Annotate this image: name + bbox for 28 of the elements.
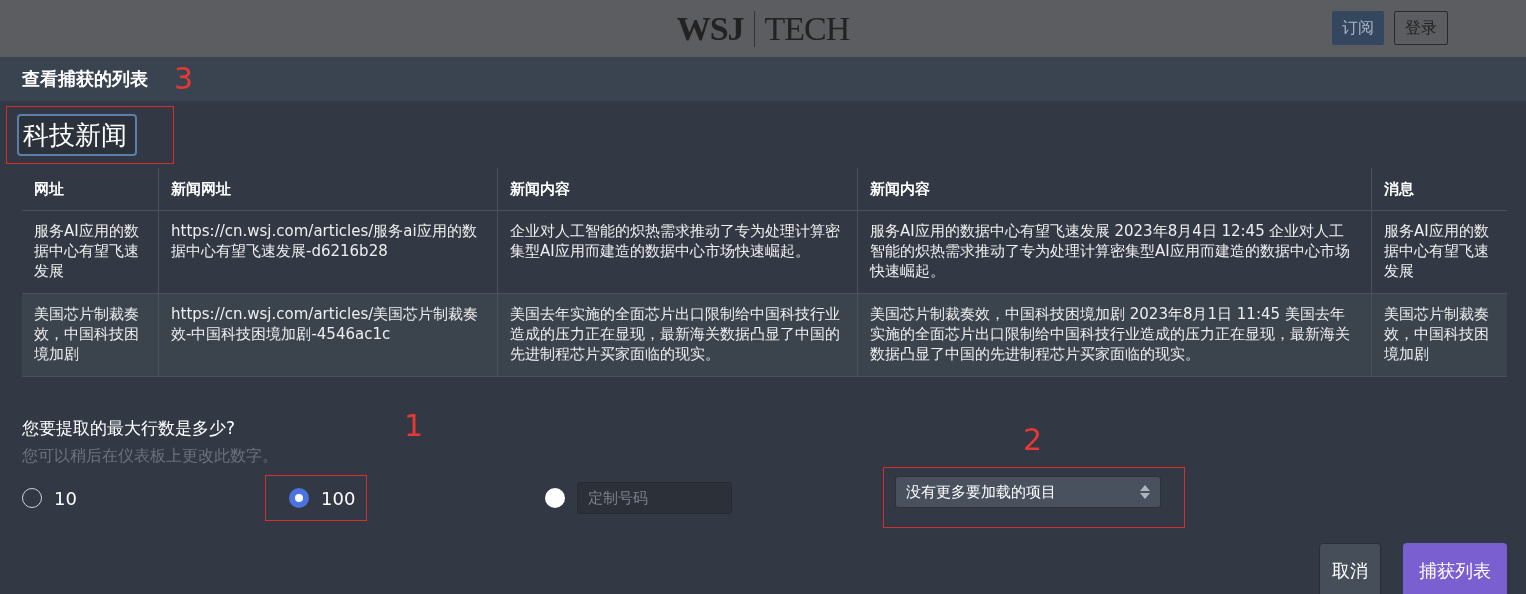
login-button[interactable]: 登录 <box>1394 11 1448 45</box>
subscribe-button[interactable]: 订阅 <box>1332 11 1384 45</box>
option-label: 100 <box>321 487 356 509</box>
annotation-number: 2 <box>1023 425 1043 455</box>
radio-button[interactable] <box>545 488 565 508</box>
table-cell: 服务AI应用的数据中心有望飞速发展 <box>1371 211 1507 294</box>
table-cell: https://cn.wsj.com/articles/美国芯片制裁奏效-中国科技困境加剧-4546ac1c <box>158 294 497 377</box>
custom-number-field[interactable]: 定制号码 <box>577 482 732 514</box>
table-cell: 企业对人工智能的炽热需求推动了专为处理计算密集型AI应用而建造的数据中心市场快速崛起。 <box>497 211 857 294</box>
list-name-field[interactable]: 科技新闻 <box>17 114 137 156</box>
table-cell: 美国去年实施的全面芯片出口限制给中国科技行业造成的压力正在显现，最新海关数据凸显了中国的先进制程芯片买家面临的现实。 <box>497 294 857 377</box>
annotation-number: 1 <box>404 411 424 441</box>
radio-button[interactable] <box>289 488 309 508</box>
dialog-title: 查看捕获的列表 <box>22 67 148 91</box>
table-cell: 美国芯片制裁奏效，中国科技困境加剧 <box>1371 294 1507 377</box>
table-cell: 美国芯片制裁奏效，中国科技困境加剧 <box>22 294 158 377</box>
site-logo[interactable]: WSJ TECH <box>676 9 850 48</box>
annotation-number: 3 <box>174 64 194 94</box>
table-cell: 美国芯片制裁奏效，中国科技困境加剧 2023年8月1日 11:45 美国去年实施的全面芯片出口限制给中国科技行业造成的压力正在显现，最新海关数据凸显了中国的先进制程芯片买家面临的现实。 <box>857 294 1371 377</box>
question-text: 您要提取的最大行数是多少? <box>22 417 236 440</box>
load-select[interactable]: 没有更多要加载的项目 <box>895 476 1161 508</box>
cancel-button[interactable]: 取消 <box>1319 543 1381 594</box>
table-cell: 服务AI应用的数据中心有望飞速发展 2023年8月4日 12:45 企业对人工智能的炽热需求推动了专为处理计算密集型AI应用而建造的数据中心市场快速崛起。 <box>857 211 1371 294</box>
option-label: 10 <box>54 487 77 509</box>
radio-button[interactable] <box>22 488 42 508</box>
table-cell: https://cn.wsj.com/articles/服务ai应用的数据中心有望飞速发展-d6216b28 <box>158 211 497 294</box>
capture-list-button[interactable]: 捕获列表 <box>1403 543 1507 594</box>
sort-icon <box>1140 485 1150 499</box>
